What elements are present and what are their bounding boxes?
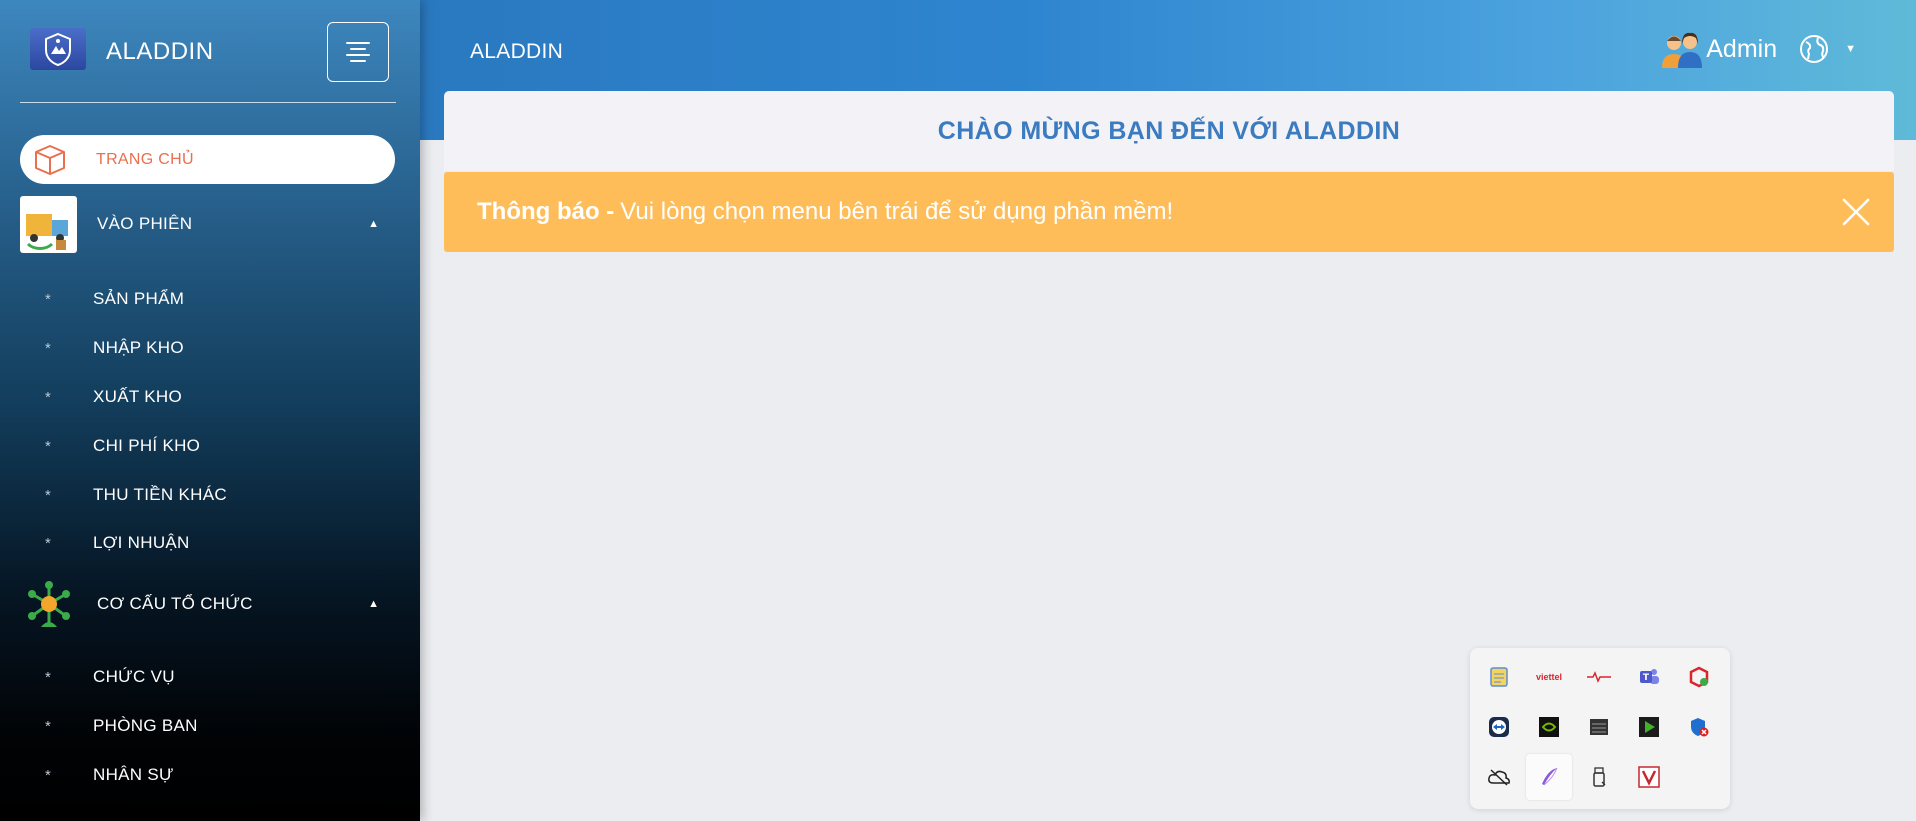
viettel-label: viettel — [1535, 672, 1562, 682]
sidebar-item-label: CHỨC VỤ — [93, 667, 175, 686]
notice-alert: Thông báo - Vui lòng chọn menu bên trái … — [444, 172, 1894, 252]
alert-title: Thông báo - — [477, 198, 615, 225]
usb-icon[interactable] — [1576, 754, 1622, 800]
sidebar-item-home[interactable]: TRANG CHỦ — [20, 135, 395, 184]
sidebar-group-label: VÀO PHIÊN — [97, 214, 193, 233]
sidebar-item-positions[interactable]: * CHỨC VỤ — [0, 657, 420, 697]
pen-icon[interactable] — [1526, 754, 1572, 800]
globe-icon — [1800, 35, 1829, 63]
defender-icon[interactable] — [1676, 704, 1722, 750]
header-title: ALADDIN — [470, 40, 564, 63]
signal-icon[interactable] — [1576, 654, 1622, 700]
sidebar-item-label: NHÂN SỰ — [93, 765, 174, 784]
brand-name: ALADDIN — [106, 38, 214, 65]
bullet: * — [45, 339, 51, 357]
bullet: * — [45, 717, 51, 735]
sidebar-toggle-button[interactable] — [327, 22, 389, 82]
caret-up-icon: ▲ — [368, 218, 379, 230]
bullet: * — [45, 486, 51, 504]
user-avatar-icon — [1662, 32, 1703, 68]
sidebar-item-stock-out[interactable]: * XUẤT KHO — [0, 377, 420, 417]
chevron-down-icon: ▼ — [1845, 43, 1856, 55]
security-icon[interactable] — [1676, 654, 1722, 700]
notes-icon[interactable] — [1476, 654, 1522, 700]
user-menu[interactable]: Admin ▼ — [1660, 30, 1856, 68]
sidebar-item-label: THU TIỀN KHÁC — [93, 485, 227, 504]
sidebar-item-products[interactable]: * SẢN PHẨM — [0, 279, 420, 319]
sidebar-item-label: SẢN PHẨM — [93, 289, 185, 308]
app-logo — [30, 28, 86, 70]
teamviewer-icon[interactable] — [1476, 704, 1522, 750]
storage-icon[interactable] — [1576, 704, 1622, 750]
welcome-banner: CHÀO MỪNG BẠN ĐẾN VỚI ALADDIN — [444, 91, 1894, 171]
menu-align-icon — [346, 42, 370, 62]
sidebar-item-label: XUẤT KHO — [93, 387, 182, 406]
sidebar-group-session[interactable]: VÀO PHIÊN ▲ — [20, 194, 395, 254]
org-structure-icon — [20, 576, 77, 633]
close-icon[interactable] — [1838, 194, 1874, 230]
sidebar-group-label: CƠ CẤU TỔ CHỨC — [97, 594, 253, 613]
caret-up-icon: ▲ — [368, 598, 379, 610]
bullet: * — [45, 766, 51, 784]
sidebar-item-label: LỢI NHUẬN — [93, 533, 190, 552]
sidebar: ALADDIN TRANG CHỦ VÀO PHIÊN ▲ * SẢN PHẨM… — [0, 0, 420, 821]
delivery-truck-icon — [20, 195, 77, 253]
onedrive-icon[interactable] — [1476, 754, 1522, 800]
sidebar-item-profit[interactable]: * LỢI NHUẬN — [0, 523, 420, 563]
sidebar-item-personnel[interactable]: * NHÂN SỰ — [0, 755, 420, 795]
bullet: * — [45, 388, 51, 406]
box-icon — [30, 143, 70, 177]
sidebar-item-label: CHI PHÍ KHO — [93, 436, 201, 455]
bullet: * — [45, 290, 51, 308]
bullet: * — [45, 437, 51, 455]
sidebar-item-other-income[interactable]: * THU TIỀN KHÁC — [0, 475, 420, 515]
v-icon[interactable] — [1626, 754, 1672, 800]
brand: ALADDIN — [20, 20, 396, 103]
teams-icon[interactable]: T — [1626, 654, 1672, 700]
sidebar-item-label: PHÒNG BAN — [93, 716, 198, 735]
nvidia-icon[interactable] — [1526, 704, 1572, 750]
media-icon[interactable] — [1626, 704, 1672, 750]
sidebar-group-organization[interactable]: CƠ CẤU TỔ CHỨC ▲ — [20, 574, 395, 634]
svg-text:T: T — [1643, 673, 1650, 683]
system-tray-popup: viettel T — [1470, 648, 1730, 809]
alert-message: Vui lòng chọn menu bên trái để sử dụng p… — [620, 198, 1174, 225]
sidebar-item-warehouse-cost[interactable]: * CHI PHÍ KHO — [0, 426, 420, 466]
viettel-icon[interactable]: viettel — [1526, 654, 1572, 700]
sidebar-item-departments[interactable]: * PHÒNG BAN — [0, 706, 420, 746]
sidebar-item-label: TRANG CHỦ — [96, 150, 194, 168]
bullet: * — [45, 534, 51, 552]
sidebar-item-label: NHẬP KHO — [93, 338, 184, 357]
user-name: Admin — [1706, 34, 1778, 63]
sidebar-item-stock-in[interactable]: * NHẬP KHO — [0, 328, 420, 368]
bullet: * — [45, 668, 51, 686]
